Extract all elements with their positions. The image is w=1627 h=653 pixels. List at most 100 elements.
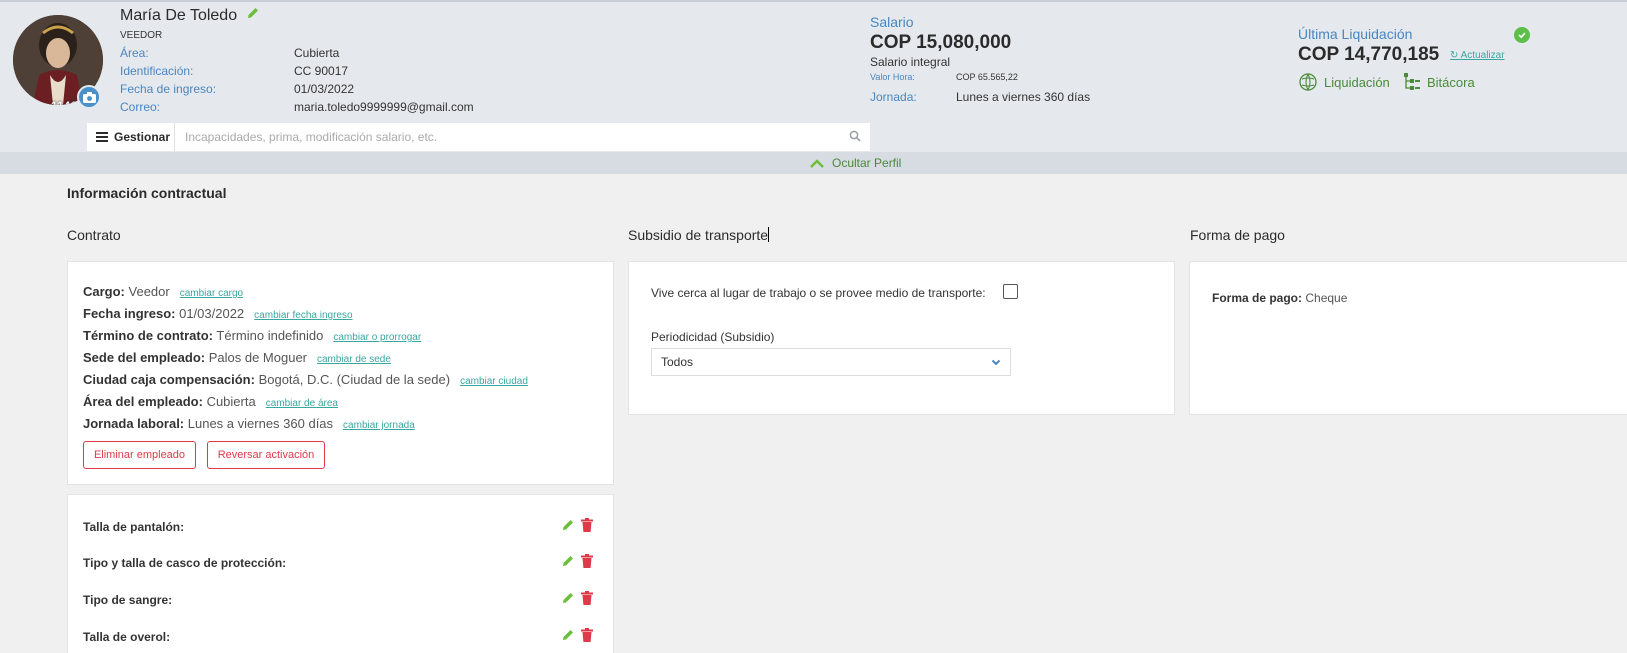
liquidacion-link[interactable]: Liquidación [1298,72,1390,92]
change-area-link[interactable]: cambiar de área [266,398,338,409]
contract-label: Jornada laboral: [83,416,185,431]
refresh-label: Actualizar [1460,50,1505,61]
contract-row: Sede del empleado: Palos de Moguer cambia… [83,350,391,365]
contract-label: Término de contrato: [83,328,214,343]
attribute-label: Tipo y talla de casco de protección: [83,556,287,570]
attribute-row: Tipo y talla de casco de protección: [83,554,593,570]
periodicidad-value: Todos [661,355,694,369]
contract-label: Fecha ingreso: [83,306,176,321]
contract-label: Ciudad caja compensación: [83,372,255,387]
contract-value: Lunes a viernes 360 días [187,416,334,431]
transport-checkbox[interactable] [1003,284,1018,299]
valor-hora-value: COP 65.565,22 [956,72,1018,82]
contract-value: Bogotá, D.C. (Ciudad de la sede) [258,372,451,387]
attribute-row: Talla de pantalón: [83,518,593,534]
contract-row: Término de contrato: Término indefinido c… [83,328,421,343]
hide-profile-toggle[interactable]: Ocultar Perfil [810,156,901,170]
refresh-link[interactable]: ↻ Actualizar [1450,50,1505,61]
edit-icon[interactable] [561,591,575,605]
salary-label: Salario [870,14,914,30]
trash-icon[interactable] [581,591,593,605]
info-label: Correo: [120,100,161,114]
change-cargo-link[interactable]: cambiar cargo [180,288,243,299]
change-jornada-link[interactable]: cambiar jornada [343,420,415,431]
jornada-value: Lunes a viernes 360 días [956,90,1091,104]
employee-role: VEEDOR [120,30,163,41]
hamburger-icon [96,132,108,142]
contract-value: 01/03/2022 [179,306,245,321]
text-cursor [768,227,770,242]
subsidio-card: Vive cerca al lugar de trabajo o se prov… [628,261,1175,415]
attribute-actions [561,628,593,642]
camera-icon[interactable] [77,85,101,109]
subsidio-title-text: Subsidio de transporte [628,227,769,243]
info-label: Identificación: [120,64,194,78]
liquidacion-label: Liquidación [1324,74,1390,90]
periodicidad-label: Periodicidad (Subsidio) [651,330,775,344]
attributes-card: Talla de pantalón: Tipo y talla de casco… [67,494,614,653]
gestionar-label: Gestionar [114,130,171,144]
employee-name: María De Toledo [120,7,238,24]
subsidio-title: Subsidio de transporte [628,227,770,243]
valor-hora-label: Valor Hora: [870,72,915,82]
contract-value: Veedor [128,284,170,299]
reverse-activation-button[interactable]: Reversar activación [207,441,325,469]
delete-employee-button[interactable]: Eliminar empleado [83,441,196,469]
globe-icon [1299,73,1317,91]
forma-pago-row: Forma de pago: Cheque [1212,291,1347,305]
contract-row: Jornada laboral: Lunes a viernes 360 día… [83,416,415,431]
change-fecha-link[interactable]: cambiar fecha ingreso [254,310,352,321]
salary-amount: COP 15,080,000 [870,32,1012,53]
contrato-card: Cargo: Veedor cambiar cargo Fecha ingreso… [67,261,614,485]
gestionar-bar: Gestionar [87,123,870,151]
edit-icon[interactable] [561,554,575,568]
contrato-title: Contrato [67,227,121,243]
info-value: Cubierta [294,46,340,60]
bitacora-link[interactable]: Bitácora [1403,72,1475,92]
contract-row: Cargo: Veedor cambiar cargo [83,284,243,299]
check-icon [1514,27,1530,43]
attribute-actions [561,518,593,532]
periodicidad-select[interactable]: Todos [651,348,1011,376]
chevron-down-icon [991,359,1001,366]
section-title: Información contractual [67,185,227,201]
contract-label: Área del empleado: [83,394,203,409]
forma-pago-value: Cheque [1305,291,1348,305]
change-ciudad-link[interactable]: cambiar ciudad [460,376,528,387]
contract-value: Término indefinido [216,328,324,343]
info-value: 01/03/2022 [294,82,355,96]
salary-type: Salario integral [870,55,951,69]
attribute-actions [561,591,593,605]
attribute-row: Talla de overol: [83,628,593,644]
edit-name-icon[interactable] [246,6,260,23]
contract-label: Sede del empleado: [83,350,206,365]
gestionar-button[interactable]: Gestionar [87,123,175,151]
search-icon[interactable] [849,130,861,145]
trash-icon[interactable] [581,554,593,568]
forma-pago-title: Forma de pago [1190,227,1285,243]
jornada-label: Jornada: [870,90,917,104]
trash-icon[interactable] [581,518,593,532]
trash-icon[interactable] [581,628,593,642]
info-label: Área: [120,46,149,60]
forma-pago-label: Forma de pago: [1212,291,1303,305]
info-value: maria.toledo9999999@gmail.com [294,100,474,114]
gestionar-search-input[interactable] [177,123,832,151]
contract-row: Fecha ingreso: 01/03/2022 cambiar fecha i… [83,306,353,321]
attribute-label: Talla de overol: [83,630,171,644]
subsidio-checkbox-label: Vive cerca al lugar de trabajo o se prov… [651,286,986,300]
change-termino-link[interactable]: cambiar o prorrogar [333,332,421,343]
profile-header: 11414 María De Toledo VEEDOR Área: Cubie… [0,2,1627,152]
contract-value: Cubierta [206,394,256,409]
liquidation-amount: COP 14,770,185 [1298,44,1440,65]
attribute-row: Tipo de sangre: [83,591,593,607]
info-value: CC 90017 [294,64,349,78]
bitacora-label: Bitácora [1427,74,1475,90]
contract-label: Cargo: [83,284,125,299]
edit-icon[interactable] [561,518,575,532]
contract-row: Ciudad caja compensación: Bogotá, D.C. (… [83,372,528,387]
change-sede-link[interactable]: cambiar de sede [317,354,391,365]
chevron-up-icon [810,158,824,168]
edit-icon[interactable] [561,628,575,642]
refresh-icon: ↻ [1450,50,1459,61]
